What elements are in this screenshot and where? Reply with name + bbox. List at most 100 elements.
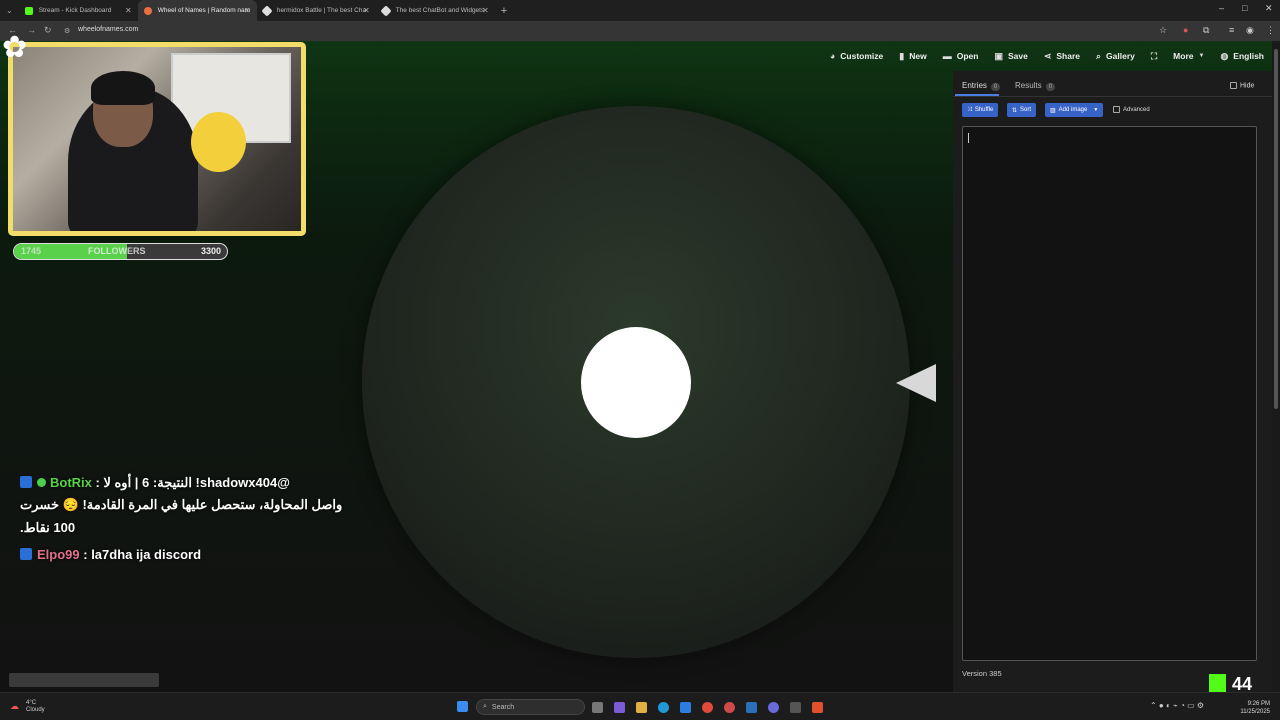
diamond-favicon-icon	[380, 4, 392, 17]
maximize-icon[interactable]: □	[1242, 3, 1247, 13]
shuffle-icon: ⤨	[967, 106, 972, 113]
close-icon[interactable]: ✕	[125, 6, 132, 15]
new-label: New	[909, 51, 927, 61]
chrome-icon[interactable]	[702, 702, 713, 713]
app-icon[interactable]	[746, 702, 757, 713]
chat-message: Elpo99 : la7dha ija discord	[20, 547, 201, 562]
gallery-label: Gallery	[1106, 51, 1135, 61]
menu-kebab-icon[interactable]: ⋮	[1266, 25, 1275, 36]
sidebar-icon[interactable]: ≡	[1229, 25, 1234, 35]
bookmark-star-icon[interactable]: ☆	[1159, 25, 1167, 36]
webcam-overlay	[8, 42, 306, 236]
task-view-icon[interactable]	[592, 702, 603, 713]
new-button[interactable]: ▮ New	[891, 51, 934, 62]
tab-hermidox-battle[interactable]: hermidox Battle | The best Cha ✕	[257, 0, 376, 21]
followers-current: 1745	[21, 246, 42, 256]
sort-label: Sort	[1020, 107, 1032, 113]
brave-icon[interactable]	[812, 702, 823, 713]
profile-avatar[interactable]: ◉	[1246, 25, 1254, 36]
weather-widget[interactable]: 4°C Cloudy	[26, 700, 45, 714]
tab-chatbot-widgets[interactable]: The best ChatBot and Widgets ✕	[376, 0, 495, 21]
forward-icon[interactable]: →	[27, 25, 36, 35]
horizontal-scrollbar[interactable]	[9, 673, 159, 687]
globe-icon: ◍	[1220, 50, 1229, 61]
hide-checkbox[interactable]	[1230, 82, 1237, 89]
tab-entries[interactable]: Entries 0	[962, 81, 1001, 91]
app-icon[interactable]	[724, 702, 735, 713]
entries-textarea[interactable]	[962, 126, 1257, 661]
hide-toggle[interactable]: Hide	[1230, 82, 1254, 89]
streamer-beanie	[91, 71, 155, 105]
chat-text: واصل المحاولة، ستحصل عليها في المرة القا…	[20, 497, 343, 512]
results-tab-label: Results	[1015, 81, 1042, 90]
tab-label: hermidox Battle | The best Cha	[276, 7, 367, 14]
close-icon[interactable]: ✕	[363, 6, 370, 15]
share-label: Share	[1056, 51, 1080, 61]
add-image-label: Add image	[1058, 107, 1088, 113]
search-icon: ⌕	[483, 703, 487, 710]
weather-icon: ☁	[10, 701, 19, 711]
teams-icon[interactable]	[614, 702, 625, 713]
wheel-pointer-icon	[896, 364, 936, 402]
url-field[interactable]: wheelofnames.com	[78, 26, 138, 33]
customize-button[interactable]: ◕ Customize	[822, 51, 891, 61]
open-label: Open	[956, 51, 979, 61]
discord-icon[interactable]	[768, 702, 779, 713]
store-icon[interactable]	[680, 702, 691, 713]
chat-text: 100 نقاط.	[20, 520, 76, 535]
edge-icon[interactable]	[658, 702, 669, 713]
tab-kick-dashboard[interactable]: Stream - Kick Dashboard ✕	[19, 0, 138, 21]
share-icon: ⋖	[1043, 50, 1052, 61]
advanced-toggle[interactable]: Advanced	[1113, 106, 1150, 113]
new-tab-icon[interactable]: +	[501, 5, 507, 17]
close-icon[interactable]: ✕	[244, 6, 251, 15]
gallery-button[interactable]: ⌕ Gallery	[1088, 51, 1143, 62]
results-count-badge: 0	[1045, 83, 1056, 91]
entries-panel: Entries 0 Results 0 Hide ⤨ Shuffle ⇅ Sort ▨ A…	[953, 71, 1272, 692]
advanced-checkbox[interactable]	[1113, 106, 1120, 113]
tray-icons[interactable]: ⌃ ● ◐ ⌁ ◔ ▭ ⚙	[1150, 701, 1204, 710]
wheel-center-hub[interactable]	[581, 327, 691, 438]
tab-list-icon[interactable]: ⌄	[6, 6, 13, 15]
file-explorer-icon[interactable]	[636, 702, 647, 713]
open-button[interactable]: ▬ Open	[935, 51, 987, 61]
save-icon: ▣	[994, 50, 1003, 61]
page-scrollbar[interactable]	[1272, 41, 1280, 692]
sort-button[interactable]: ⇅ Sort	[1007, 103, 1037, 117]
folder-icon: ▬	[942, 51, 952, 61]
browser-tab-bar: ⌄ Stream - Kick Dashboard ✕ Wheel of Nam…	[0, 0, 1280, 21]
extensions-puzzle-icon[interactable]: ⧉	[1203, 25, 1209, 36]
fullscreen-button[interactable]: ⛶	[1143, 51, 1165, 62]
app-icon[interactable]	[790, 702, 801, 713]
clock[interactable]: 9:26 PM 11/25/2025	[1240, 700, 1270, 716]
close-icon[interactable]: ✕	[482, 6, 489, 15]
add-image-button[interactable]: ▨ Add image ▼	[1045, 103, 1104, 117]
shuffle-button[interactable]: ⤨ Shuffle	[962, 103, 999, 117]
more-button[interactable]: More ▼	[1165, 51, 1212, 61]
share-button[interactable]: ⋖ Share	[1036, 51, 1088, 62]
tab-results[interactable]: Results 0	[1015, 81, 1056, 91]
chat-text: : la7dha ija discord	[83, 547, 202, 562]
advanced-label: Advanced	[1123, 107, 1150, 114]
cat-sticker-icon: ✿	[2, 31, 28, 64]
kick-favicon-icon	[24, 6, 33, 15]
close-window-icon[interactable]: ✕	[1265, 3, 1273, 14]
followers-label: FOLLOWERS	[88, 246, 146, 256]
site-info-icon[interactable]: ⚙	[64, 27, 70, 35]
start-icon[interactable]	[457, 701, 468, 712]
chevron-down-icon: ▼	[1093, 107, 1099, 113]
language-button[interactable]: ◍ English	[1212, 51, 1272, 62]
chat-username: Elpo99	[37, 547, 80, 562]
scrollbar-thumb[interactable]	[1274, 49, 1278, 409]
minimize-icon[interactable]: –	[1219, 3, 1224, 13]
fullscreen-icon: ⛶	[1150, 50, 1158, 61]
customize-label: Customize	[840, 51, 884, 61]
search-icon: ⌕	[1095, 50, 1102, 61]
taskbar-search[interactable]: ⌕ Search	[476, 699, 585, 715]
image-icon: ▨	[1050, 107, 1056, 114]
file-icon: ▮	[899, 50, 905, 61]
reload-icon[interactable]: ↻	[44, 25, 52, 36]
extension-icon[interactable]: ●	[1183, 25, 1188, 35]
tab-wheel-of-names[interactable]: Wheel of Names | Random nam ✕	[137, 0, 257, 21]
save-button[interactable]: ▣ Save	[986, 51, 1035, 62]
